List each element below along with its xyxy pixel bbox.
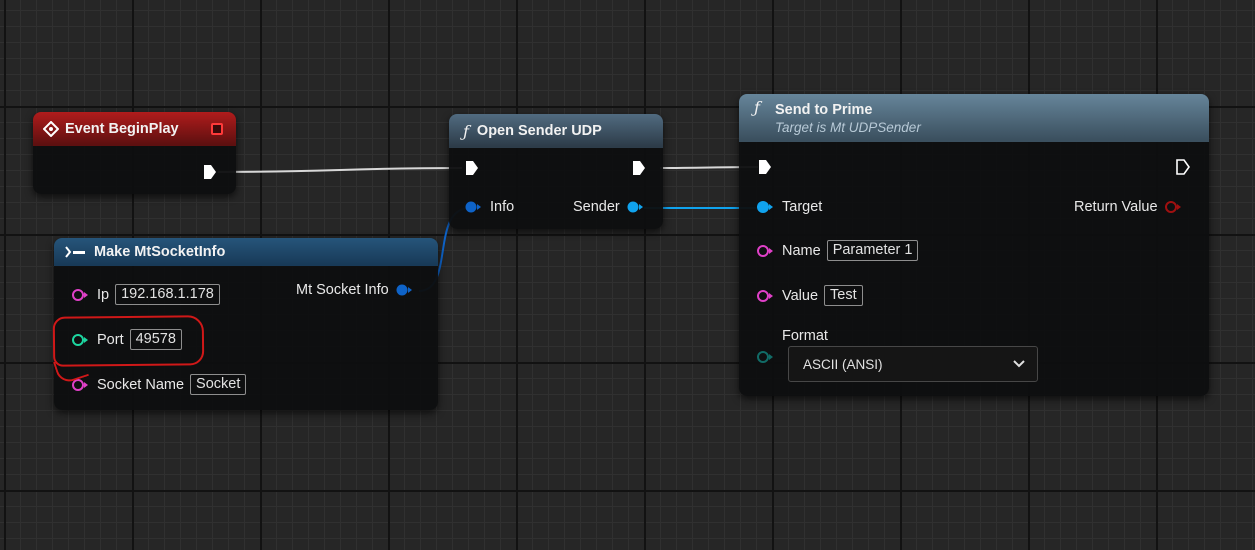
exec-out-pin[interactable] (201, 163, 219, 181)
node-header[interactable]: ƒ Send to Prime Target is Mt UDPSender (739, 94, 1209, 142)
function-icon: ƒ (754, 98, 760, 117)
node-header[interactable]: Make MtSocketInfo (54, 238, 438, 266)
node-title: Send to Prime (775, 101, 873, 118)
socket-name-value-field[interactable]: Socket (190, 374, 247, 395)
name-label: Name (782, 242, 821, 259)
node-header[interactable]: ƒ Open Sender UDP (449, 114, 663, 148)
byte-pin-icon[interactable] (756, 350, 776, 364)
send-to-prime-node[interactable]: ƒ Send to Prime Target is Mt UDPSender T… (739, 94, 1209, 396)
format-selected-value: ASCII (ANSI) (803, 356, 883, 372)
event-stop-icon (211, 123, 223, 135)
node-subtitle: Target is Mt UDPSender (775, 119, 921, 135)
exec-in-pin[interactable] (756, 158, 774, 176)
string-pin-icon[interactable] (756, 289, 776, 303)
exec-wire-begin-to-open[interactable] (217, 167, 463, 173)
value-value-field[interactable]: Test (824, 285, 863, 306)
value-input-row: Value Test (756, 285, 863, 306)
name-input-row: Name Parameter 1 (756, 240, 919, 261)
format-label: Format (782, 328, 828, 344)
info-label: Info (490, 199, 515, 215)
blueprint-graph-canvas[interactable]: Event BeginPlay ƒ Open Sender UDP Info S… (0, 0, 1255, 550)
exec-out-pin[interactable] (1174, 158, 1192, 176)
socket-name-label: Socket Name (97, 376, 185, 393)
format-dropdown[interactable]: ASCII (ANSI) (788, 346, 1038, 382)
chevron-down-icon (1013, 360, 1025, 368)
string-pin-icon[interactable] (71, 288, 91, 302)
target-label: Target (782, 199, 823, 215)
object-pin-icon[interactable] (626, 200, 646, 214)
exec-in-pin[interactable] (463, 159, 481, 177)
info-input-row: Info (464, 199, 514, 215)
make-struct-icon (65, 246, 85, 258)
ip-input-row: Ip 192.168.1.178 (71, 284, 220, 305)
socket-name-input-row: Socket Name Socket (71, 374, 247, 395)
node-title: Open Sender UDP (476, 123, 602, 139)
open-sender-udp-node[interactable]: ƒ Open Sender UDP Info Sender (449, 114, 663, 229)
ip-label: Ip (97, 286, 110, 303)
function-icon: ƒ (463, 121, 469, 141)
string-pin-icon[interactable] (756, 244, 776, 258)
node-header[interactable]: Event BeginPlay (33, 112, 236, 146)
struct-pin-icon[interactable] (464, 200, 484, 214)
exec-out-pin[interactable] (630, 159, 648, 177)
sender-output-row: Sender (573, 199, 646, 215)
value-label: Value (782, 287, 819, 304)
node-title: Event BeginPlay (65, 121, 179, 137)
mt-socket-info-output-row: Mt Socket Info (296, 282, 415, 298)
mt-socket-info-label: Mt Socket Info (296, 282, 389, 298)
sender-label: Sender (573, 199, 620, 215)
target-input-row: Target (756, 199, 822, 215)
node-title: Make MtSocketInfo (94, 244, 226, 260)
event-diamond-icon (43, 121, 59, 137)
name-value-field[interactable]: Parameter 1 (826, 240, 919, 261)
ip-value-field[interactable]: 192.168.1.178 (115, 284, 220, 305)
return-value-output-row: Return Value (1074, 199, 1184, 215)
event-beginplay-node[interactable]: Event BeginPlay (33, 112, 236, 194)
int-return-pin-icon[interactable] (1164, 200, 1184, 214)
object-pin-icon[interactable] (756, 200, 776, 214)
struct-pin-icon[interactable] (395, 283, 415, 297)
return-value-label: Return Value (1074, 199, 1158, 215)
